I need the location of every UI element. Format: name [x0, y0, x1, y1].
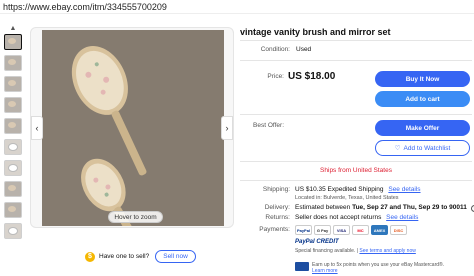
shipping-value: US $10.35 Expedited Shipping	[295, 186, 384, 193]
delivery-estimate: Estimated between Tue, Sep 27 and Thu, S…	[295, 204, 474, 212]
paypal-icon: PayPal	[295, 225, 312, 235]
divider	[240, 60, 472, 61]
dollar-icon: $	[85, 251, 95, 262]
financing-row: Special financing available. | See terms…	[295, 248, 416, 254]
price-label: Price:	[267, 73, 284, 80]
mastercard-icon: MC	[352, 225, 369, 235]
add-to-cart-button[interactable]: Add to cart	[375, 91, 470, 107]
best-offer-label: Best Offer:	[253, 122, 284, 129]
financing-text: Special financing available.	[295, 248, 356, 254]
heart-icon: ♡	[394, 145, 401, 152]
watchlist-label: Add to Watchlist	[403, 144, 451, 152]
hover-to-zoom-label: Hover to zoom	[108, 211, 163, 223]
item-location: Located in: Bulverde, Texas, United Stat…	[295, 195, 399, 201]
visa-icon: VISA	[333, 225, 350, 235]
thumbnail-4[interactable]	[4, 97, 22, 113]
price-value: US $18.00	[288, 71, 336, 82]
thumbnail-10[interactable]	[4, 223, 22, 239]
sell-now-button[interactable]: Sell now	[155, 250, 196, 263]
previous-image-icon[interactable]: ‹	[31, 116, 43, 140]
add-to-watchlist-button[interactable]: ♡ Add to Watchlist	[375, 140, 470, 156]
thumbnail-9[interactable]	[4, 202, 22, 218]
returns-see-details-link[interactable]: See details	[386, 214, 418, 221]
returns-value: Seller does not accept returns	[295, 214, 382, 221]
thumbnail-6[interactable]	[4, 139, 22, 155]
payment-logos: PayPal G Pay VISA MC AMEX DISC	[295, 225, 407, 235]
google-pay-icon: G Pay	[314, 225, 331, 235]
returns-row: Seller does not accept returns See detai…	[295, 214, 418, 221]
buy-it-now-button[interactable]: Buy It Now	[375, 71, 470, 87]
item-title: vintage vanity brush and mirror set	[240, 27, 391, 37]
thumbnail-scroll-up-icon[interactable]: ▲	[2, 22, 24, 34]
shipping-see-details-link[interactable]: See details	[388, 186, 420, 193]
divider	[240, 161, 472, 162]
divider	[240, 180, 472, 181]
shipping-label: Shipping:	[262, 186, 290, 193]
thumbnail-1[interactable]	[4, 34, 22, 50]
main-image-container[interactable]: ‹ › Hover to zoom	[30, 27, 234, 228]
product-photo[interactable]	[42, 30, 224, 226]
financing-terms-link[interactable]: See terms and apply now	[359, 248, 415, 254]
thumbnail-3[interactable]	[4, 76, 22, 92]
amex-icon: AMEX	[371, 225, 388, 235]
delivery-prefix: Estimated between	[295, 204, 353, 211]
next-image-icon[interactable]: ›	[221, 116, 233, 140]
thumbnail-8[interactable]	[4, 181, 22, 197]
delivery-dates: Tue, Sep 27 and Thu, Sep 29 to 90011	[352, 204, 467, 211]
condition-value: Used	[296, 46, 312, 53]
url-text[interactable]: https://www.ebay.com/itm/334555700209	[3, 2, 167, 12]
thumbnail-5[interactable]	[4, 118, 22, 134]
shipping-value-row: US $10.35 Expedited Shipping See details	[295, 186, 421, 193]
sell-prompt: $ Have one to sell? Sell now	[85, 250, 196, 263]
make-offer-button[interactable]: Make Offer	[375, 120, 470, 136]
returns-label: Returns:	[265, 214, 290, 221]
paypal-credit-logo: PayPal CREDIT	[295, 239, 339, 245]
thumbnail-strip: ▲	[2, 22, 24, 244]
ships-from-notice: Ships from United States	[320, 167, 392, 174]
credit-card-icon	[295, 262, 309, 271]
thumbnail-7[interactable]	[4, 160, 22, 176]
mastercard-promo: Earn up to 5x points when you use your e…	[295, 262, 444, 274]
divider	[240, 114, 472, 115]
divider	[240, 40, 472, 41]
thumbnail-2[interactable]	[4, 55, 22, 71]
condition-label: Condition:	[260, 46, 290, 53]
payments-label: Payments:	[259, 226, 290, 233]
discover-icon: DISC	[390, 225, 407, 235]
delivery-label: Delivery:	[264, 204, 290, 211]
address-bar[interactable]: https://www.ebay.com/itm/334555700209	[0, 0, 474, 14]
sell-question: Have one to sell?	[99, 253, 150, 260]
learn-more-link[interactable]: Learn more	[312, 268, 444, 274]
